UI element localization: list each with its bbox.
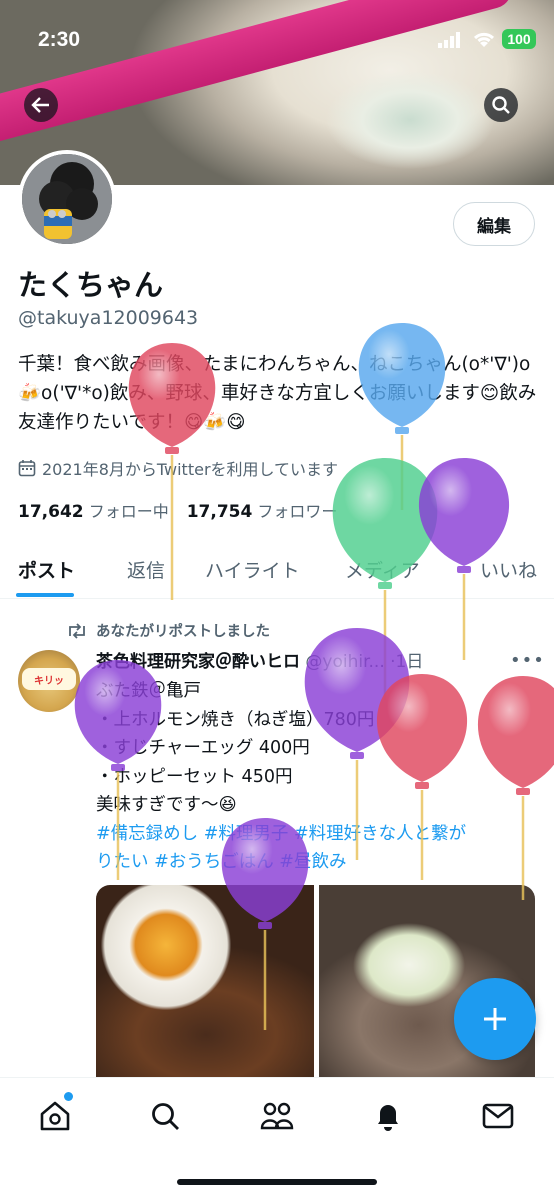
status-time: 2:30 <box>38 28 81 51</box>
edit-profile-button[interactable]: 編集 <box>453 202 535 246</box>
profile-tabs: ポスト 返信 ハイライト メディア いいね <box>0 546 554 599</box>
wifi-icon <box>472 29 496 53</box>
display-name: たくちゃん <box>18 268 164 302</box>
repost-note: あなたがリポストしました <box>66 620 270 641</box>
home-icon <box>40 1101 70 1131</box>
active-tab-indicator <box>16 593 74 597</box>
plus-icon <box>484 1008 506 1030</box>
nav-notifications[interactable] <box>368 1096 408 1136</box>
post-time: ·1日 <box>390 652 424 672</box>
post-text: ぶた鉄＠亀戸 ・上ホルモン焼き（ねぎ塩）780円 ・すじチャーエッグ 400円 … <box>96 677 546 877</box>
post-header: 茶色料理研究家＠酔いヒロ @yoihir... ·1日 <box>96 647 516 672</box>
tab-media[interactable]: メディア <box>345 556 420 583</box>
post-hashtags-2[interactable]: りたい #おうちごはん #昼飲み <box>96 848 546 877</box>
tab-likes[interactable]: いいね <box>480 556 537 583</box>
tab-posts[interactable]: ポスト <box>18 556 75 583</box>
calendar-icon <box>18 460 36 477</box>
battery-indicator: 100 <box>502 29 536 49</box>
nav-home[interactable] <box>35 1092 75 1136</box>
home-indicator <box>177 1179 377 1185</box>
messages-icon <box>482 1103 514 1129</box>
post-hashtags[interactable]: #備忘録めし #料理男子 #料理好きな人と繋が <box>96 820 546 849</box>
back-button[interactable] <box>24 88 58 122</box>
repost-icon <box>69 622 85 639</box>
post-author-name[interactable]: 茶色料理研究家＠酔いヒロ <box>96 652 300 672</box>
joined-date: 2021年8月からTwitterを利用しています <box>18 456 338 480</box>
profile-avatar[interactable] <box>18 150 116 248</box>
communities-icon <box>260 1102 294 1130</box>
search-icon <box>152 1103 179 1130</box>
profile-bio: 千葉！食べ飲み画像、たまにわんちゃん、ねこちゃん(o*'∇')o🍻o('∇'*o… <box>18 354 537 433</box>
following-link[interactable]: 17,642 フォロー中 <box>18 498 169 522</box>
post-image-1[interactable] <box>96 885 314 1085</box>
back-arrow-icon <box>31 97 49 113</box>
followers-link[interactable]: 17,754 フォロワー <box>187 498 338 522</box>
compose-post-button[interactable] <box>454 978 536 1060</box>
post-author-handle[interactable]: @yoihir... <box>305 652 384 672</box>
nav-search[interactable] <box>145 1096 185 1136</box>
user-handle: @takuya12009643 <box>18 307 199 329</box>
joined-text: 2021年8月からTwitterを利用しています <box>42 460 339 479</box>
notification-dot <box>64 1092 73 1101</box>
notifications-icon <box>378 1105 398 1131</box>
search-icon <box>492 96 510 114</box>
signal-icon <box>438 32 464 52</box>
nav-communities[interactable] <box>257 1096 297 1136</box>
follow-stats: 17,642 フォロー中 17,754 フォロワー <box>18 498 337 522</box>
tab-replies[interactable]: 返信 <box>127 556 165 583</box>
post-author-avatar[interactable]: キリッ <box>18 650 80 712</box>
search-button[interactable] <box>484 88 518 122</box>
nav-messages[interactable] <box>478 1096 518 1136</box>
tab-highlights[interactable]: ハイライト <box>205 556 300 583</box>
more-options-icon[interactable]: ••• <box>510 650 545 671</box>
avatar-label: キリッ <box>22 668 76 690</box>
